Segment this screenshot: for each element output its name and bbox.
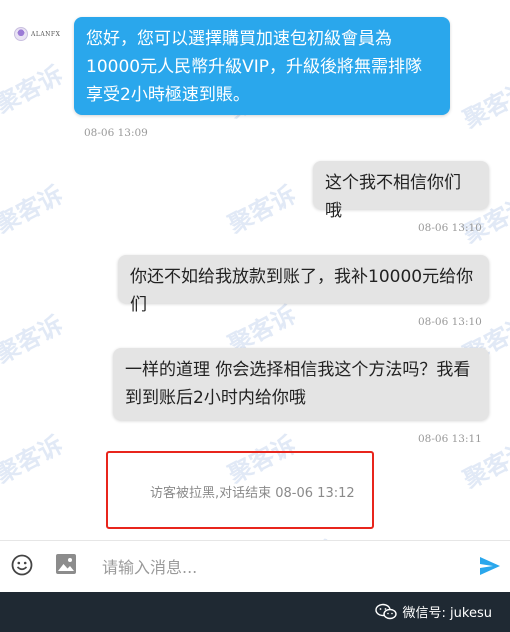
wechat-icon (374, 603, 397, 619)
message-text: 这个我不相信你们哦 (325, 173, 461, 221)
message-timestamp: 08-06 13:10 (418, 222, 482, 234)
watermark: 聚客诉 (458, 74, 510, 134)
watermark: 聚客诉 (0, 429, 68, 489)
message-timestamp: 08-06 13:09 (84, 127, 148, 139)
message-bubble-outgoing: 这个我不相信你们哦 (313, 161, 489, 221)
message-bubble-outgoing: 你还不如给我放款到账了，我补10000元给你们 (118, 255, 489, 315)
watermark: 聚客诉 (0, 309, 68, 369)
footer-bar: 微信号: jukesu (0, 592, 510, 632)
avatar-logo-icon (14, 27, 28, 41)
message-input[interactable] (100, 550, 464, 584)
avatar[interactable]: ALANFX (14, 26, 64, 42)
message-bubble-incoming: 您好，您可以選擇購買加速包初級會員為10000元人民幣升級VIP，升級後將無需排… (74, 17, 450, 115)
message-timestamp: 08-06 13:10 (418, 316, 482, 328)
message-timestamp: 08-06 13:11 (418, 433, 482, 445)
system-notice: 访客被拉黑,对话结束 08-06 13:12 (150, 486, 355, 501)
watermark: 聚客诉 (0, 59, 68, 119)
message-text: 您好，您可以選擇購買加速包初級會員為10000元人民幣升級VIP，升級後將無需排… (86, 29, 422, 105)
message-text: 你还不如给我放款到账了，我补10000元给你们 (130, 267, 474, 315)
send-icon[interactable] (478, 554, 502, 578)
emoji-icon[interactable] (11, 554, 33, 576)
watermark: 聚客诉 (0, 179, 68, 239)
message-input-bar (0, 540, 510, 593)
wechat-id: 微信号: jukesu (402, 606, 492, 621)
chat-area: 聚客诉 聚客诉 聚客诉 聚客诉 聚客诉 聚客诉 聚客诉 聚客诉 聚客诉 聚客诉 … (0, 0, 510, 594)
image-icon[interactable] (55, 553, 77, 575)
message-bubble-outgoing: 一样的道理 你会选择相信我这个方法吗？我看到到账后2小时内给你哦 (113, 348, 489, 420)
wechat-badge: 微信号: jukesu (374, 602, 492, 621)
watermark: 聚客诉 (223, 179, 301, 239)
message-text: 一样的道理 你会选择相信我这个方法吗？我看到到账后2小时内给你哦 (125, 360, 471, 408)
avatar-name: ALANFX (31, 30, 61, 38)
